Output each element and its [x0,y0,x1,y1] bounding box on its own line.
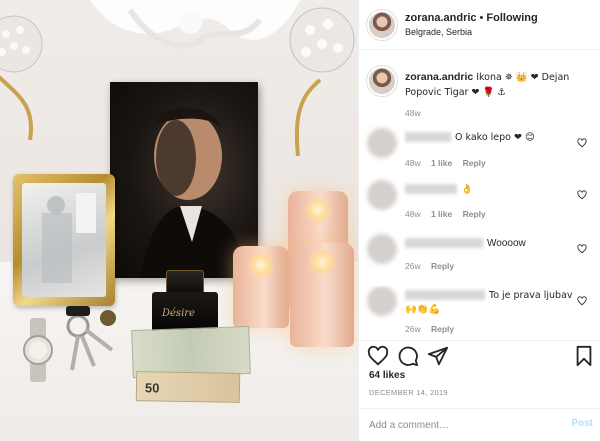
author-avatar[interactable] [367,10,397,40]
crystal-lamp-right [289,7,355,156]
gold-mirror-frame [13,174,115,306]
commenter-username[interactable] [405,184,457,195]
crystal-lamp-left [0,15,43,140]
commenter-avatar[interactable] [367,128,397,158]
comment-likes[interactable]: 1 like [431,158,452,168]
comment-item: 👌 48w 1 like Reply [359,180,600,230]
dollar-banknote [131,325,251,379]
post-actions [359,340,600,372]
comment-item: Woooow 26w Reply [359,234,600,284]
caption-avatar[interactable] [367,66,397,96]
comment-timestamp[interactable]: 48w [405,158,421,168]
comment-item: O kako lepo ❤ 😊 48w 1 like Reply [359,128,600,178]
bookmark-icon[interactable] [573,345,595,367]
comment-timestamp[interactable]: 26w [405,261,421,271]
reply-button[interactable]: Reply [463,158,486,168]
mirror-reflection [42,193,96,283]
comment-text: Woooow [487,238,526,249]
perfume-bottle: Désire [152,270,218,334]
euro-denomination: 50 [144,380,160,396]
comment-icon[interactable] [397,345,419,367]
commenter-avatar[interactable] [367,286,397,316]
comment-timestamp[interactable]: 26w [405,324,421,334]
comment-like-icon[interactable] [577,244,587,254]
post-date[interactable]: DECEMBER 14, 2019 [369,388,448,397]
comment-text: O kako lepo ❤ 😊 [455,132,535,143]
perfume-brand-label: Désire [162,308,195,319]
candle-front [290,243,354,347]
comment-like-icon[interactable] [577,190,587,200]
heart-icon[interactable] [367,345,389,367]
caption-timestamp[interactable]: 48w [405,108,421,118]
candle-left [233,246,289,328]
share-icon[interactable] [427,345,449,367]
following-button[interactable]: Following [486,12,537,24]
author-username[interactable]: zorana.andric [405,12,477,24]
post-photo[interactable]: Désire 50 [0,0,358,441]
post-panel: zorana.andric • Following Belgrade, Serbia… [358,0,600,441]
comment-item: To je prava ljubav 🙌👏💪 26w Reply [359,286,600,334]
post-comment-button[interactable]: Post [571,418,593,429]
wall-ornament [90,0,300,49]
commenter-username[interactable] [405,132,451,143]
commenter-avatar[interactable] [367,180,397,210]
post-header: zorana.andric • Following Belgrade, Serbia [359,0,600,50]
comment-text: 👌 [461,184,473,195]
commenter-username[interactable] [405,290,485,301]
reply-button[interactable]: Reply [463,209,486,219]
mirror [22,183,106,297]
likes-count[interactable]: 64 likes [369,370,405,381]
add-comment-bar: Post [359,408,600,441]
post-location[interactable]: Belgrade, Serbia [405,27,472,37]
commenter-avatar[interactable] [367,234,397,264]
comment-like-icon[interactable] [577,296,587,306]
reply-button[interactable]: Reply [431,324,454,334]
caption-username[interactable]: zorana.andric [405,71,473,83]
comment-timestamp[interactable]: 48w [405,209,421,219]
comment-input[interactable] [369,417,549,433]
comment-like-icon[interactable] [577,138,587,148]
euro-banknote: 50 [135,371,241,403]
keys [66,306,116,371]
reply-button[interactable]: Reply [431,261,454,271]
header-separator: • [479,12,484,24]
commenter-username[interactable] [405,238,483,249]
comment-likes[interactable]: 1 like [431,209,452,219]
